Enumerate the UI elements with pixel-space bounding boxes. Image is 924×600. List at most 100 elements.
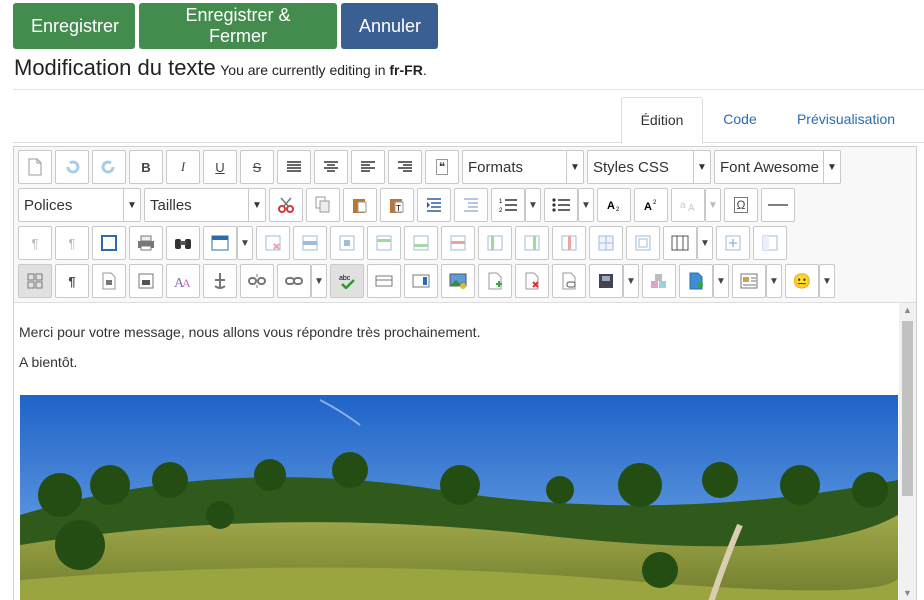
- scroll-up-icon[interactable]: ▲: [899, 305, 916, 315]
- textarea-icon[interactable]: [404, 264, 438, 298]
- bold-button[interactable]: B: [129, 150, 163, 184]
- blockquote-button[interactable]: ❝: [425, 150, 459, 184]
- numbered-list-icon[interactable]: 12: [491, 188, 525, 222]
- text-color-icon[interactable]: AA: [166, 264, 200, 298]
- insert-page-icon[interactable]: [478, 264, 512, 298]
- language-icon[interactable]: aA: [671, 188, 705, 222]
- spellcheck-icon[interactable]: abc: [330, 264, 364, 298]
- image-icon[interactable]: [441, 264, 475, 298]
- paragraph-button[interactable]: ¶: [55, 264, 89, 298]
- merge-cells-icon[interactable]: [626, 226, 660, 260]
- toolbar-row-2: Polices ▼ Tailles ▼ T 12 ▼ ▼ A2 A2 aA ▼ Ω: [18, 187, 798, 223]
- underline-button[interactable]: U: [203, 150, 237, 184]
- editor-scrollbar[interactable]: ▲ ▼: [899, 303, 916, 600]
- align-right-icon[interactable]: [388, 150, 422, 184]
- gallery-options[interactable]: ▼: [766, 264, 782, 298]
- link-options[interactable]: ▼: [311, 264, 327, 298]
- table-options[interactable]: ▼: [237, 226, 253, 260]
- indent-icon[interactable]: [417, 188, 451, 222]
- sizes-dropdown[interactable]: Tailles ▼: [144, 188, 266, 222]
- insert-row-before-icon[interactable]: [367, 226, 401, 260]
- strike-button[interactable]: S: [240, 150, 274, 184]
- columns-options[interactable]: ▼: [697, 226, 713, 260]
- toolbar-row-1: B I U S ❝ Formats ▼ Styles CSS ▼ Font Awes…: [18, 149, 844, 185]
- edit-div-icon[interactable]: [753, 226, 787, 260]
- font-awesome-dropdown[interactable]: Font Awesome ▼: [714, 150, 841, 184]
- chevron-down-icon: ▼: [823, 151, 840, 183]
- formats-label: Formats: [468, 158, 524, 176]
- columns-icon[interactable]: [663, 226, 697, 260]
- textfield-icon[interactable]: [367, 264, 401, 298]
- delete-table-icon[interactable]: [256, 226, 290, 260]
- cancel-button[interactable]: Annuler: [341, 3, 438, 49]
- italic-button[interactable]: I: [166, 150, 200, 184]
- subscript-icon[interactable]: A2: [597, 188, 631, 222]
- editing-suffix: .: [422, 62, 427, 78]
- document-options[interactable]: ▼: [713, 264, 729, 298]
- scroll-thumb[interactable]: [902, 321, 913, 496]
- redo-icon[interactable]: [92, 150, 126, 184]
- tab-code[interactable]: Code: [705, 97, 775, 141]
- media-icon[interactable]: [589, 264, 623, 298]
- print-icon[interactable]: [129, 226, 163, 260]
- bullet-list-icon[interactable]: [544, 188, 578, 222]
- chevron-down-icon: ▼: [248, 189, 265, 221]
- emoji-button[interactable]: 😐: [785, 264, 819, 298]
- save-close-button[interactable]: Enregistrer & Fermer: [139, 3, 337, 49]
- horizontal-rule-icon[interactable]: [761, 188, 795, 222]
- link-icon[interactable]: [277, 264, 311, 298]
- emoji-options[interactable]: ▼: [819, 264, 835, 298]
- rtl-button[interactable]: ¶: [55, 226, 89, 260]
- insert-row-after-icon[interactable]: [404, 226, 438, 260]
- iframe-icon[interactable]: [129, 264, 163, 298]
- insert-col-before-icon[interactable]: [478, 226, 512, 260]
- paste-text-icon[interactable]: T: [380, 188, 414, 222]
- unlink-icon[interactable]: [240, 264, 274, 298]
- media-options[interactable]: ▼: [623, 264, 639, 298]
- anchor-icon[interactable]: [203, 264, 237, 298]
- editor-content[interactable]: Merci pour votre message, nous allons vo…: [14, 302, 916, 600]
- copy-icon[interactable]: [306, 188, 340, 222]
- delete-row-icon[interactable]: [441, 226, 475, 260]
- formats-dropdown[interactable]: Formats ▼: [462, 150, 584, 184]
- fonts-dropdown[interactable]: Polices ▼: [18, 188, 141, 222]
- new-document-icon[interactable]: [18, 150, 52, 184]
- show-blocks-icon[interactable]: [18, 264, 52, 298]
- gallery-icon[interactable]: [732, 264, 766, 298]
- undo-icon[interactable]: [55, 150, 89, 184]
- language-options[interactable]: ▼: [705, 188, 721, 222]
- numbered-list-options[interactable]: ▼: [525, 188, 541, 222]
- outdent-icon[interactable]: [454, 188, 488, 222]
- insert-col-after-icon[interactable]: [515, 226, 549, 260]
- split-cells-icon[interactable]: [589, 226, 623, 260]
- quote-icon: ❝: [435, 159, 449, 175]
- delete-col-icon[interactable]: [552, 226, 586, 260]
- landscape-image[interactable]: [20, 395, 898, 600]
- superscript-icon[interactable]: A2: [634, 188, 668, 222]
- tab-edit[interactable]: Édition: [621, 97, 703, 144]
- content-paragraph-1: Merci pour votre message, nous allons vo…: [19, 324, 481, 340]
- insert-div-icon[interactable]: [716, 226, 750, 260]
- find-icon[interactable]: [166, 226, 200, 260]
- align-center-icon[interactable]: [314, 150, 348, 184]
- bullet-list-options[interactable]: ▼: [578, 188, 594, 222]
- justify-icon[interactable]: [277, 150, 311, 184]
- tab-preview[interactable]: Prévisualisation: [783, 97, 909, 141]
- add-document-icon[interactable]: [679, 264, 713, 298]
- align-left-icon[interactable]: [351, 150, 385, 184]
- cut-icon[interactable]: [269, 188, 303, 222]
- paste-icon[interactable]: [343, 188, 377, 222]
- templates-icon[interactable]: [92, 264, 126, 298]
- table-icon[interactable]: [203, 226, 237, 260]
- ltr-button[interactable]: ¶: [18, 226, 52, 260]
- save-button[interactable]: Enregistrer: [13, 3, 135, 49]
- fullscreen-icon[interactable]: [92, 226, 126, 260]
- table-row-icon[interactable]: [293, 226, 327, 260]
- scroll-down-icon[interactable]: ▼: [899, 588, 916, 598]
- page-link-icon[interactable]: [552, 264, 586, 298]
- css-styles-dropdown[interactable]: Styles CSS ▼: [587, 150, 711, 184]
- delete-page-icon[interactable]: [515, 264, 549, 298]
- table-cell-icon[interactable]: [330, 226, 364, 260]
- widget-icon[interactable]: [642, 264, 676, 298]
- special-character-button[interactable]: Ω: [724, 188, 758, 222]
